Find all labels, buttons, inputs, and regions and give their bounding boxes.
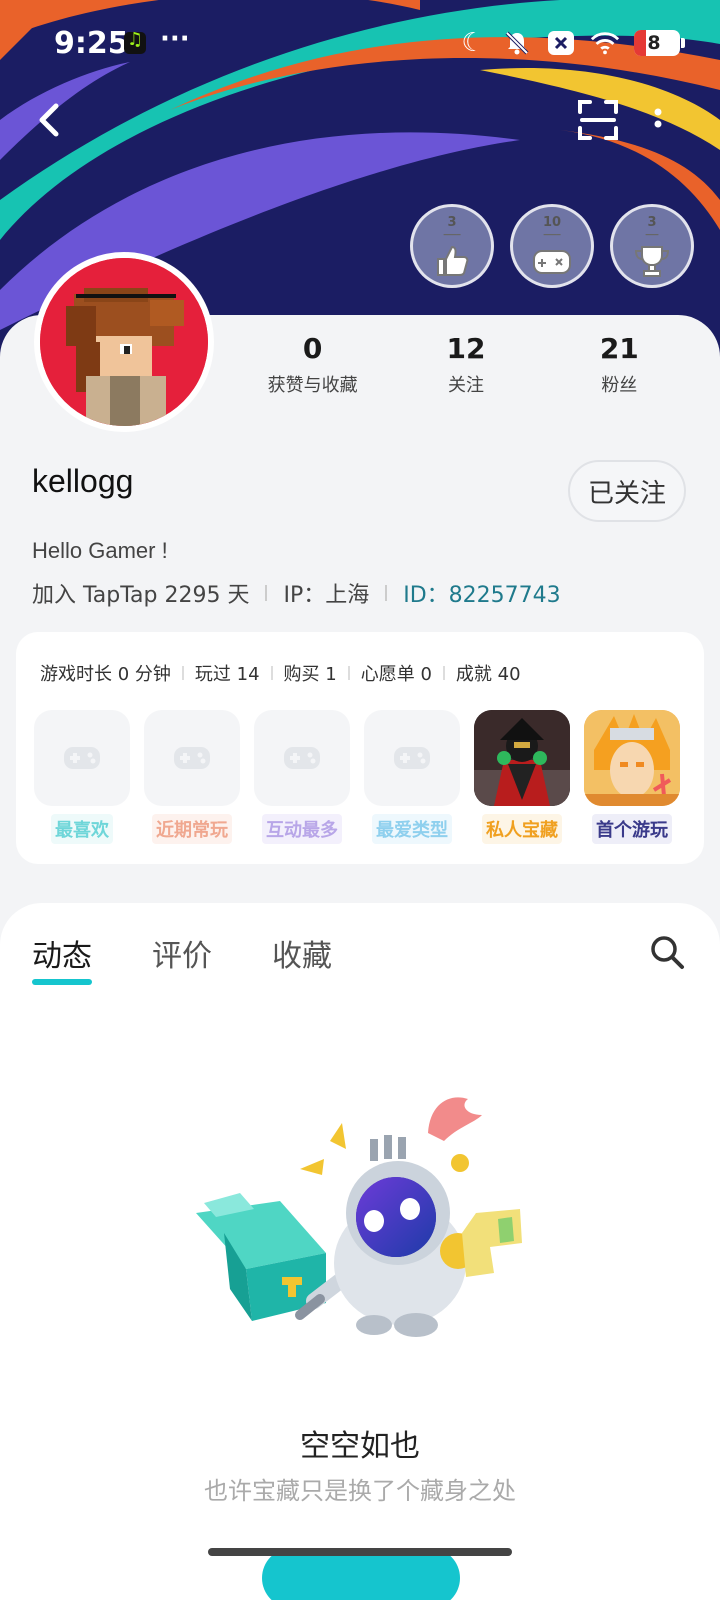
- user-id[interactable]: ID：82257743: [403, 577, 560, 609]
- tab-favorites[interactable]: 收藏: [272, 931, 332, 975]
- achievement-count: 成就 40: [455, 664, 521, 685]
- badge-count: 3: [647, 215, 657, 230]
- feed-card: 动态 评价 收藏 空空如也 也许宝藏只是换了个藏身之处: [0, 903, 720, 1600]
- gamepad-icon: [394, 747, 430, 769]
- bell-muted-icon: [502, 28, 532, 58]
- achievement-badges: 3 ━━━━ 10 ━━━━ 3 ━━━: [410, 204, 694, 288]
- badge-gamepad[interactable]: 10 ━━━━: [510, 204, 594, 288]
- divider: [442, 666, 445, 680]
- divider: [181, 666, 184, 680]
- wishlist-count: 心愿单 0: [360, 664, 432, 685]
- home-indicator[interactable]: [208, 1548, 512, 1556]
- empty-slot: [364, 710, 460, 806]
- empty-state-subtitle: 也许宝藏只是换了个藏身之处: [204, 1477, 516, 1505]
- empty-state-illustration: [190, 1093, 550, 1353]
- back-button[interactable]: [30, 100, 70, 140]
- badge-trophy[interactable]: 3 ━━━: [610, 204, 694, 288]
- avatar[interactable]: [34, 252, 214, 432]
- game-stats-row: 游戏时长 0 分钟 玩过 14 购买 1 心愿单 0 成就 40: [40, 660, 521, 686]
- more-options-button[interactable]: [648, 104, 668, 140]
- profile-stats: 0 获赞与收藏 12 关注 21 粉丝: [236, 332, 696, 397]
- slot-label: 互动最多: [262, 814, 342, 844]
- status-time: 9:25: [54, 26, 129, 61]
- username: kellogg: [32, 463, 134, 499]
- stat-likes[interactable]: 0 获赞与收藏: [236, 332, 389, 397]
- status-overflow-dots: ···: [160, 24, 190, 54]
- divider: [385, 585, 388, 601]
- search-button[interactable]: [648, 933, 686, 971]
- profile-meta: 加入 TapTap 2295 天 IP：上海 ID：82257743: [32, 577, 561, 609]
- scan-button[interactable]: [576, 98, 620, 142]
- empty-slot: [144, 710, 240, 806]
- ip-location: IP：上海: [283, 583, 370, 608]
- shelf-slot-recent[interactable]: 近期常玩: [144, 710, 240, 844]
- divider: [270, 666, 273, 680]
- shelf-slot-interaction[interactable]: 互动最多: [254, 710, 350, 844]
- game-shelf: 最喜欢 近期常玩 互动最多 最爱类型 私人宝藏 首个游玩: [34, 710, 680, 844]
- shelf-slot-private-treasure[interactable]: 私人宝藏: [474, 710, 570, 844]
- gamepad-icon: [533, 250, 571, 274]
- search-icon: [651, 936, 684, 969]
- vertical-dots-icon: [654, 108, 662, 128]
- battery-indicator: 8: [634, 30, 685, 56]
- badge-count: 3: [447, 215, 457, 230]
- stat-number: 21: [599, 332, 639, 365]
- game-summary-card[interactable]: 游戏时长 0 分钟 玩过 14 购买 1 心愿单 0 成就 40 最喜欢 近期常…: [16, 632, 704, 864]
- empty-slot: [254, 710, 350, 806]
- shelf-slot-favorite[interactable]: 最喜欢: [34, 710, 130, 844]
- gamepad-icon: [64, 747, 100, 769]
- empty-slot: [34, 710, 130, 806]
- empty-state-title: 空空如也: [300, 1429, 420, 1464]
- close-box-icon: [546, 28, 576, 58]
- follow-button[interactable]: 已关注: [568, 460, 686, 522]
- chevron-left-icon: [39, 103, 59, 137]
- stat-label: 粉丝: [601, 375, 638, 396]
- slot-label: 近期常玩: [152, 814, 232, 844]
- tab-activity[interactable]: 动态: [32, 931, 92, 985]
- gamepad-icon: [284, 747, 320, 769]
- stat-followers[interactable]: 21 粉丝: [543, 332, 696, 397]
- scan-icon: [578, 100, 618, 140]
- divider: [347, 666, 350, 680]
- badge-caption-lines: ━━━━: [443, 231, 461, 239]
- wifi-icon: [590, 28, 620, 58]
- stat-number: 12: [446, 332, 486, 365]
- avatar-image: [40, 258, 208, 426]
- badge-thumbs-up[interactable]: 3 ━━━━: [410, 204, 494, 288]
- stat-number: 0: [302, 332, 323, 365]
- played-count: 玩过 14: [194, 664, 260, 685]
- game-cover-art: [474, 710, 570, 806]
- profile-bio: Hello Gamer !: [32, 538, 168, 563]
- slot-label: 私人宝藏: [482, 814, 562, 844]
- play-time: 游戏时长 0 分钟: [40, 664, 171, 685]
- stat-label: 关注: [447, 375, 484, 396]
- shelf-slot-first-played[interactable]: 首个游玩: [584, 710, 680, 844]
- slot-label: 最爱类型: [372, 814, 452, 844]
- game-cover: [474, 710, 570, 806]
- stat-following[interactable]: 12 关注: [389, 332, 542, 397]
- thumbs-up-icon: [437, 245, 469, 276]
- game-cover: [584, 710, 680, 806]
- stat-label: 获赞与收藏: [267, 375, 358, 396]
- trophy-icon: [634, 246, 670, 277]
- badge-count: 10: [542, 215, 562, 230]
- profile-tabs: 动态 评价 收藏: [32, 931, 332, 985]
- badge-caption-lines: ━━━━: [543, 231, 561, 239]
- music-app-icon: [124, 29, 146, 54]
- battery-level: 8: [647, 32, 661, 54]
- badge-caption-lines: ━━━: [645, 231, 659, 239]
- join-duration: 加入 TapTap 2295 天: [32, 583, 250, 608]
- shelf-slot-genre[interactable]: 最爱类型: [364, 710, 460, 844]
- status-bar: 9:25 ··· ☾ 8: [0, 0, 720, 90]
- game-cover-art: [584, 710, 680, 806]
- slot-label: 最喜欢: [51, 814, 113, 844]
- divider: [265, 585, 268, 601]
- moon-icon: ☾: [461, 28, 485, 58]
- tab-reviews[interactable]: 评价: [152, 931, 212, 975]
- purchased-count: 购买 1: [283, 664, 337, 685]
- gamepad-icon: [174, 747, 210, 769]
- slot-label: 首个游玩: [592, 814, 672, 844]
